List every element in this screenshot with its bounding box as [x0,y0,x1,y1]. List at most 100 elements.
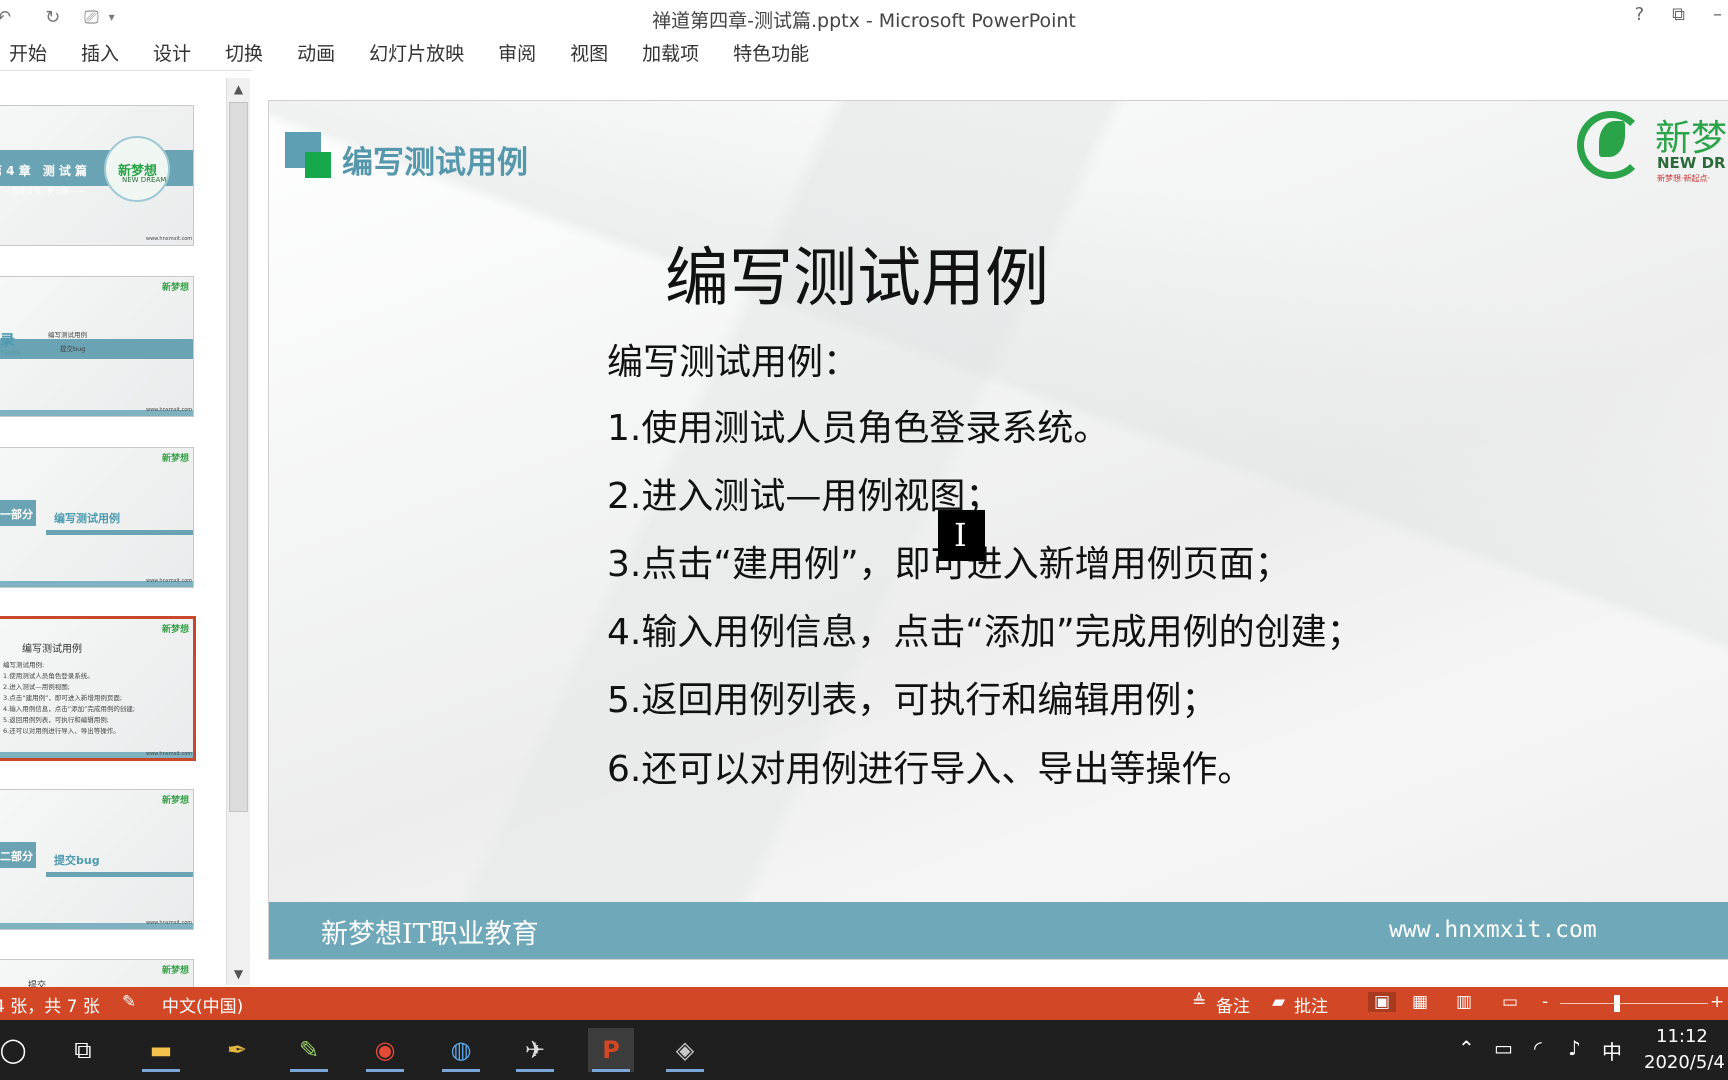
running-indicator [516,1069,554,1072]
notepad-icon[interactable]: ✎ [286,1028,332,1072]
thumb-part: 二部分 [0,850,33,863]
tab-animations[interactable]: 动画 [297,39,335,66]
cursor-glyph: I [954,516,967,554]
thumbnails-scrollbar[interactable]: ▲ ▼ [226,78,250,985]
slide-body-line[interactable]: 编写测试用例： [607,333,859,385]
thumb-mark: 录 [0,331,16,349]
zoom-out-button[interactable]: - [1542,992,1548,1012]
rocket-icon[interactable]: ✈ [512,1028,558,1072]
thumb-part: 一部分 [0,508,33,521]
wifi-icon[interactable]: ◜ [1534,1036,1542,1060]
recorder-icon[interactable]: ◈ [662,1028,708,1072]
slide-body-line[interactable]: 1.使用测试人员角色登录系统。 [607,399,1109,451]
slide-main-title[interactable]: 编写测试用例 [269,227,1445,319]
reading-view-icon[interactable]: ▥ [1456,992,1472,1012]
normal-view-icon[interactable]: ▣ [1368,992,1397,1012]
tab-insert[interactable]: 插入 [81,39,119,66]
minimize-button[interactable]: – [1713,4,1722,25]
running-indicator [592,1069,630,1072]
tab-home[interactable]: 开始 [9,39,47,66]
running-indicator [290,1069,328,1072]
volume-icon[interactable]: ♪ [1568,1036,1581,1060]
clock-date[interactable]: 2020/5/4 [1644,1052,1725,1073]
thumb-footer: www.hnxmxit.com [146,751,193,757]
tab-slideshow[interactable]: 幻灯片放映 [369,39,464,66]
thumb-subtitle: — 授课讲师：罗元璐 —— [3,187,85,195]
slide-sorter-icon[interactable]: ▦ [1412,992,1428,1012]
thumb-item-1: 编写测试用例 [48,331,87,339]
header-square-green [305,152,331,178]
tray-overflow-icon[interactable]: ⌃ [1458,1036,1475,1060]
running-indicator [366,1069,404,1072]
slide-body-line[interactable]: 6.还可以对用例进行导入、导出等操作。 [607,740,1253,792]
thumb-logo-en: NEW DREAM [122,176,167,184]
ribbon-tabs: 开始 插入 设计 切换 动画 幻灯片放映 审阅 视图 加载项 特色功能 [0,34,1728,70]
current-slide[interactable]: 编写测试用例 新梦 NEW DR 新梦想·新起点· 编写测试用例 编写测试用例：… [268,100,1728,960]
status-bar: 4 张，共 7 张 ✎ 中文(中国) ≜ 备注 ▰ 批注 ▣ ▦ ▥ ▭ - + [0,987,1728,1020]
thumb-title: 第 4 章 测 试 篇 [0,164,88,178]
slide-thumbnails-panel: 第 4 章 测 试 篇 — 授课讲师：罗元璐 —— 新梦想 NEW DREAM … [0,70,252,987]
slide-footer-url: www.hnxmxit.com [1389,917,1597,943]
slide-counter[interactable]: 4 张，共 7 张 [0,992,100,1017]
thumb-footer: www.hnxmxit.com [146,407,193,413]
slide-thumbnail-2[interactable]: 录 TENTS 编写测试用例 提交bug 新梦想 www.hnxmxit.com [0,276,194,417]
thumb-line: 4.输入用例信息，点击“添加”完成用例的创建; [3,705,136,713]
thumb-logo: 新梦想 [161,796,189,806]
battery-icon[interactable]: ▭ [1494,1036,1513,1060]
thumb-logo: 新梦想 [161,283,189,293]
clock-time[interactable]: 11:12 [1656,1026,1708,1047]
thumb-title: 编写测试用例 [22,644,82,655]
notes-button[interactable]: 备注 [1216,992,1250,1017]
slide-body-line[interactable]: 4.输入用例信息，点击“添加”完成用例的创建； [607,603,1363,655]
thumb-title: 提交 [28,981,47,987]
scrollbar-thumb[interactable] [229,102,248,812]
tab-design[interactable]: 设计 [153,39,191,66]
notes-icon: ≜ [1192,992,1207,1012]
zoom-in-button[interactable]: + [1710,992,1724,1012]
tab-transitions[interactable]: 切换 [225,39,263,66]
thumb-title: 编写测试用例 [54,512,120,525]
thumb-line: 1.使用测试人员角色登录系统。 [3,672,94,680]
text-cursor-icon: I [938,510,985,561]
help-button[interactable]: ? [1635,4,1645,25]
powerpoint-window: ↶ ↻ ⎚ ▾ 禅道第四章-测试篇.pptx - Microsoft Power… [0,0,1728,1080]
thumb-line: 5.返回用例列表，可执行和编辑用例; [3,716,109,724]
slide-thumbnail-5[interactable]: 二部分 提交bug 新梦想 www.hnxmxit.com [0,789,194,930]
tool-icon[interactable]: ✒ [214,1028,260,1072]
tab-view[interactable]: 视图 [570,39,608,66]
zoom-slider[interactable] [1560,1003,1708,1004]
scroll-up-icon[interactable]: ▲ [227,78,250,100]
language-indicator[interactable]: 中文(中国) [162,992,243,1017]
slideshow-view-icon[interactable]: ▭ [1502,992,1518,1012]
tab-special[interactable]: 特色功能 [733,39,809,66]
spellcheck-icon[interactable]: ✎ [122,992,136,1012]
slide-body-line[interactable]: 5.返回用例列表，可执行和编辑用例； [607,671,1217,723]
slide-header-title[interactable]: 编写测试用例 [342,137,528,182]
thumb-line: 3.点击“建用例”，即可进入新增用例页面; [3,694,123,702]
task-view-icon[interactable]: ⧉ [60,1028,106,1072]
slide-thumbnail-6[interactable]: 新梦想 提交 [0,959,194,987]
thumb-title: 提交bug [54,854,100,867]
cortana-icon[interactable]: ◯ [0,1028,36,1072]
scroll-down-icon[interactable]: ▼ [227,963,250,985]
slide-thumbnail-3[interactable]: 一部分 编写测试用例 新梦想 www.hnxmxit.com [0,447,194,588]
powerpoint-icon[interactable]: P [588,1028,634,1072]
browser-icon[interactable]: ◍ [438,1028,484,1072]
tab-addins[interactable]: 加载项 [642,39,699,66]
zoom-slider-thumb[interactable] [1614,995,1620,1012]
thumb-band [46,530,193,535]
ribbon-display-button[interactable]: ⧉ [1672,4,1685,25]
file-explorer-icon[interactable]: ▬ [138,1028,184,1072]
running-indicator [666,1069,704,1072]
slide-thumbnail-1[interactable]: 第 4 章 测 试 篇 — 授课讲师：罗元璐 —— 新梦想 NEW DREAM … [0,105,194,246]
ime-indicator[interactable]: 中 [1602,1036,1622,1065]
slide-thumbnail-4[interactable]: 编写测试用例 编写测试用例: 1.使用测试人员角色登录系统。 2.进入测试—用例… [0,616,196,761]
comments-button[interactable]: 批注 [1294,992,1328,1017]
thumb-footer: www.hnxmxit.com [146,236,193,242]
tab-review[interactable]: 审阅 [498,39,536,66]
thumb-band [0,339,193,359]
thumb-line: 6.还可以对用例进行导入、导出等操作。 [3,727,120,735]
thumb-band [46,872,193,877]
chrome-icon[interactable]: ◉ [362,1028,408,1072]
brand-logo-en: NEW DR [1657,154,1726,172]
